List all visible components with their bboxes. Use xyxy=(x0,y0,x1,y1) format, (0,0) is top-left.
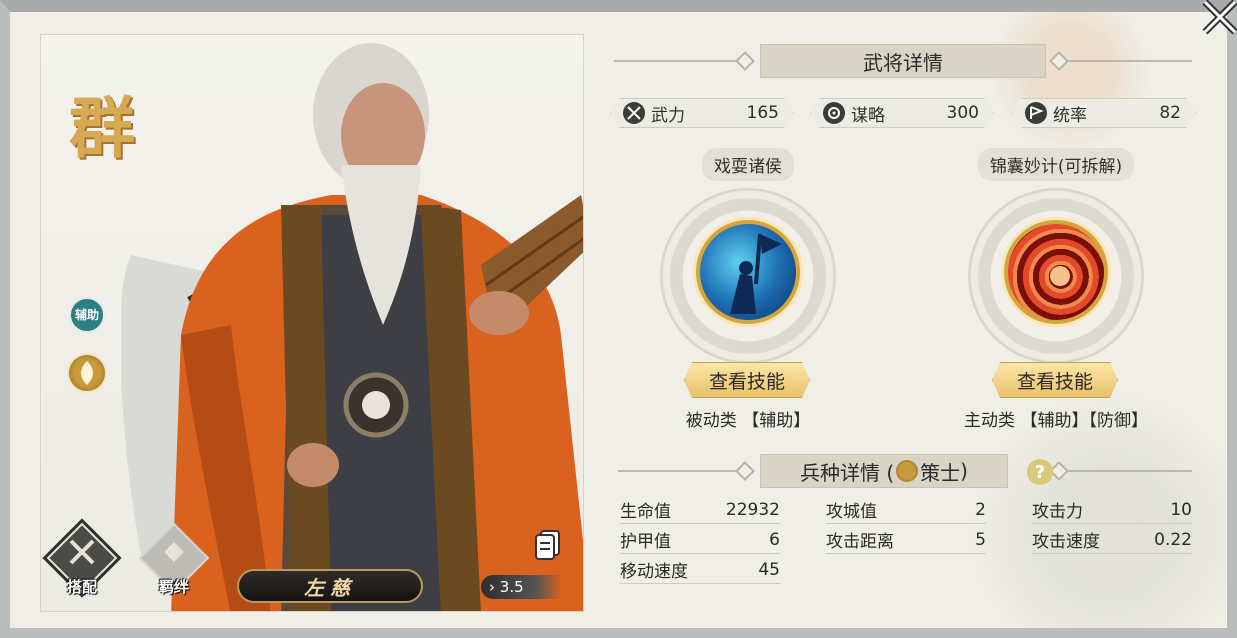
troop-stat-hp: 生命值 22932 xyxy=(620,496,780,524)
troop-stat-armor: 护甲值 6 xyxy=(620,526,780,554)
stat-label: 统率 xyxy=(1053,105,1087,126)
stat-value: 300 xyxy=(946,103,979,123)
command-flag-icon xyxy=(1025,102,1047,124)
troop-stat-attack-speed: 攻击速度 0.22 xyxy=(1032,526,1192,554)
bond-label: 羁绊 xyxy=(158,578,189,596)
bond-button[interactable]: 羁绊 xyxy=(138,522,210,597)
troop-stat-range: 攻击距离 5 xyxy=(826,526,986,554)
troop-stat-label: 攻击距离 xyxy=(826,532,894,552)
view-skill-button[interactable]: 查看技能 xyxy=(992,362,1118,398)
crossed-swords-icon xyxy=(69,539,95,565)
strategist-icon xyxy=(896,460,919,482)
troop-stat-value: 0.22 xyxy=(1154,529,1192,550)
troop-stat-value: 10 xyxy=(1170,499,1192,520)
troop-title-prefix: 兵种详情 ( xyxy=(800,460,895,485)
hero-portrait xyxy=(121,43,583,611)
details-title: 武将详情 xyxy=(760,44,1046,78)
vortex-icon xyxy=(1050,266,1070,286)
crossed-swords-icon xyxy=(623,102,645,124)
skill-icon-passive[interactable] xyxy=(696,220,800,324)
troop-divider-left xyxy=(618,470,744,472)
troop-stat-attack: 攻击力 10 xyxy=(1032,496,1192,524)
view-skill-button[interactable]: 查看技能 xyxy=(684,362,810,398)
details-header: 武将详情 xyxy=(760,44,1046,78)
cost-value: 3.5 xyxy=(499,578,524,596)
troop-type-badge xyxy=(67,353,107,393)
stat-force: 武力 165 xyxy=(610,98,794,128)
troop-stat-label: 移动速度 xyxy=(620,562,688,582)
stat-value: 82 xyxy=(1159,103,1181,123)
troop-stat-label: 攻击力 xyxy=(1032,502,1083,522)
stat-command: 统率 82 xyxy=(1012,98,1196,128)
header-divider-right xyxy=(1066,60,1192,62)
troop-type: 策士 xyxy=(920,460,961,485)
skill-active: 锦囊妙计(可拆解) 查看技能 主动类 【辅助】【防御】 xyxy=(956,148,1156,438)
leaf-icon xyxy=(81,361,93,385)
role-badge: 辅助 xyxy=(69,297,105,333)
close-icon xyxy=(1202,0,1237,35)
troop-stat-value: 22932 xyxy=(725,499,780,520)
close-button[interactable] xyxy=(1197,0,1237,36)
stat-strategy: 谋略 300 xyxy=(810,98,994,128)
help-icon[interactable]: ? xyxy=(1027,459,1053,485)
cost-badge: › 3.5 xyxy=(481,575,561,599)
skill-icon-active[interactable] xyxy=(1004,220,1108,324)
skill-name: 戏耍诸侯 xyxy=(702,148,794,181)
flag-bearer-icon xyxy=(730,233,782,314)
hero-name: 左慈 xyxy=(237,569,423,603)
stat-label: 谋略 xyxy=(851,105,885,126)
troop-title-suffix: ) xyxy=(960,459,968,483)
skill-name: 锦囊妙计(可拆解) xyxy=(977,148,1135,181)
chevron-right-icon: › xyxy=(489,578,495,596)
stat-value: 165 xyxy=(746,103,779,123)
troop-divider-right xyxy=(1066,470,1192,472)
troop-stat-move-speed: 移动速度 45 xyxy=(620,556,780,584)
troop-header: 兵种详情 ( 策士 ) ? xyxy=(760,454,1053,488)
hero-portrait-panel: 群 辅助 搭配 羁绊 左慈 › 3.5 xyxy=(40,34,584,612)
skill-tags: 主动类 【辅助】【防御】 xyxy=(964,411,1148,431)
card-stack-icon[interactable] xyxy=(533,529,563,561)
troop-stat-label: 生命值 xyxy=(620,502,671,522)
stat-label: 武力 xyxy=(651,105,685,126)
equip-label: 搭配 xyxy=(66,578,97,596)
troop-stat-value: 45 xyxy=(758,559,780,580)
skill-tags: 被动类 【辅助】 xyxy=(685,411,811,431)
troop-title: 兵种详情 ( 策士 ) ? xyxy=(760,454,1053,488)
troop-stat-siege: 攻城值 2 xyxy=(826,496,986,524)
troop-stat-label: 攻击速度 xyxy=(1032,532,1100,552)
strategy-icon xyxy=(823,102,845,124)
troop-stat-value: 6 xyxy=(769,529,780,550)
troop-stat-label: 攻城值 xyxy=(826,502,877,522)
bond-icon xyxy=(164,542,184,562)
equip-button[interactable]: 搭配 xyxy=(46,522,118,597)
troop-stat-value: 5 xyxy=(975,529,986,550)
troop-stat-value: 2 xyxy=(975,499,986,520)
troop-stat-label: 护甲值 xyxy=(620,532,671,552)
faction-glyph: 群 xyxy=(69,89,135,167)
header-divider-left xyxy=(614,60,744,62)
skill-passive: 戏耍诸侯 查看技能 被动类 【辅助】 xyxy=(648,148,848,438)
